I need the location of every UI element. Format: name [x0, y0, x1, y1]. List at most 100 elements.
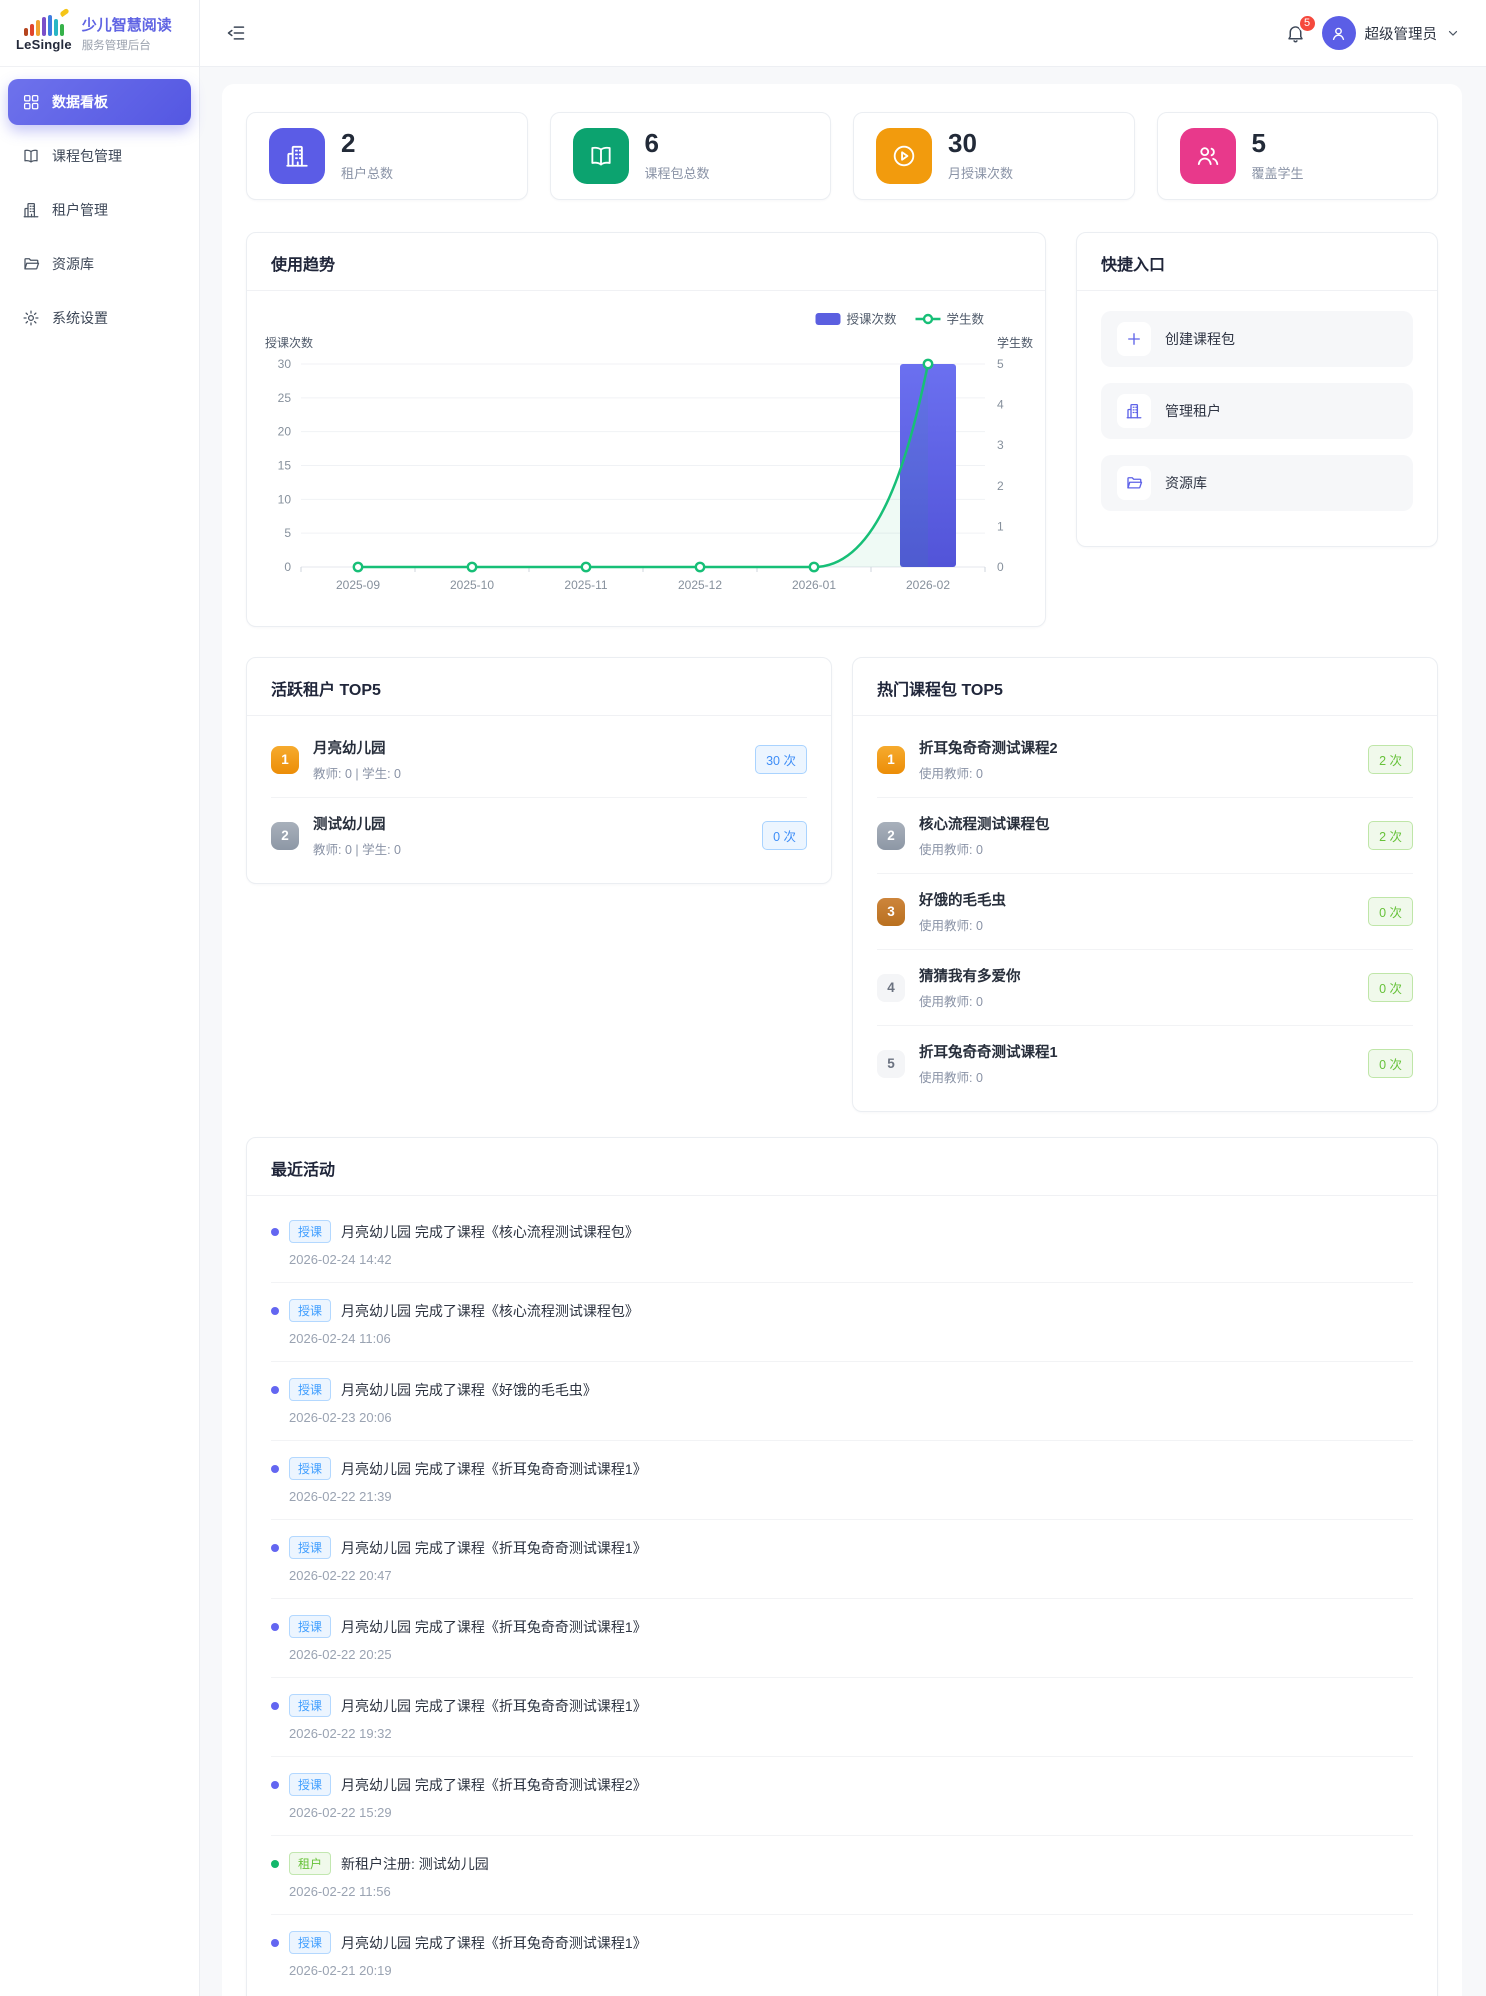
activity-dot: [271, 1781, 279, 1789]
card-title: 热门课程包 TOP5: [877, 682, 1003, 699]
activity-dot: [271, 1860, 279, 1868]
card-title: 快捷入口: [1101, 257, 1165, 274]
activity-item: 授课月亮幼儿园 完成了课程《折耳兔奇奇测试课程1》 2026-02-22 21:…: [271, 1440, 1413, 1519]
activity-dot: [271, 1623, 279, 1631]
course-detail: 使用教师: 0: [919, 1067, 1058, 1086]
quick-entry-manage-tenants[interactable]: 管理租户: [1101, 383, 1413, 439]
tenant-name: 测试幼儿园: [313, 813, 401, 834]
tenant-rank-row[interactable]: 2 测试幼儿园 教师: 0 | 学生: 0 0 次: [271, 797, 807, 873]
building-icon: [22, 201, 40, 219]
people-icon: [1180, 128, 1236, 184]
course-name: 核心流程测试课程包: [919, 813, 1050, 834]
chevron-down-icon: [1446, 26, 1460, 40]
activity-dot: [271, 1702, 279, 1710]
svg-text:5: 5: [284, 526, 291, 540]
topbar: 5 超级管理员: [200, 0, 1486, 67]
open-book-icon: [22, 147, 40, 165]
stat-card-course-packages: 6课程包总数: [550, 112, 832, 200]
activity-text: 月亮幼儿园 完成了课程《折耳兔奇奇测试课程1》: [341, 1933, 647, 1953]
card-title: 活跃租户 TOP5: [271, 682, 381, 699]
recent-activity-card: 最近活动 授课月亮幼儿园 完成了课程《核心流程测试课程包》 2026-02-24…: [246, 1137, 1438, 1996]
app-logo: LeSingle: [16, 14, 72, 52]
person-icon: [1329, 24, 1348, 43]
activity-text: 新租户注册: 测试幼儿园: [341, 1854, 489, 1874]
building-icon: [1117, 394, 1151, 428]
activity-timestamp: 2026-02-22 20:25: [289, 1647, 1413, 1662]
logo-text: LeSingle: [16, 37, 72, 52]
rank-badge: 2: [271, 822, 299, 850]
app-subtitle: 服务管理后台: [82, 37, 172, 53]
activity-item: 授课月亮幼儿园 完成了课程《好饿的毛毛虫》 2026-02-23 20:06: [271, 1361, 1413, 1440]
course-rank-row[interactable]: 2 核心流程测试课程包 使用教师: 0 2 次: [877, 797, 1413, 873]
activity-timestamp: 2026-02-24 11:06: [289, 1331, 1413, 1346]
quick-entry-resources[interactable]: 资源库: [1101, 455, 1413, 511]
hot-courses-card: 热门课程包 TOP5 1 折耳兔奇奇测试课程2 使用教师: 0 2 次 2 核心…: [852, 657, 1438, 1112]
course-rank-row[interactable]: 1 折耳兔奇奇测试课程2 使用教师: 0 2 次: [877, 722, 1413, 797]
svg-text:4: 4: [997, 398, 1004, 412]
activity-item: 授课月亮幼儿园 完成了课程《折耳兔奇奇测试课程1》 2026-02-22 20:…: [271, 1598, 1413, 1677]
sidebar-item-resources[interactable]: 资源库: [8, 241, 191, 287]
logo-bars-icon: [24, 14, 64, 36]
tenant-name: 月亮幼儿园: [313, 737, 401, 758]
activity-type-badge: 授课: [289, 1615, 331, 1638]
svg-text:授课次数: 授课次数: [847, 312, 898, 327]
folder-icon: [1117, 466, 1151, 500]
course-rank-row[interactable]: 5 折耳兔奇奇测试课程1 使用教师: 0 0 次: [877, 1025, 1413, 1101]
activity-item: 授课月亮幼儿园 完成了课程《核心流程测试课程包》 2026-02-24 14:4…: [271, 1204, 1413, 1282]
course-name: 猜猜我有多爱你: [919, 965, 1021, 986]
usage-trend-chart: 0510152025300123452025-092025-102025-112…: [247, 291, 1045, 631]
activity-text: 月亮幼儿园 完成了课程《折耳兔奇奇测试课程1》: [341, 1617, 647, 1637]
activity-type-badge: 授课: [289, 1536, 331, 1559]
activity-text: 月亮幼儿园 完成了课程《折耳兔奇奇测试课程1》: [341, 1696, 647, 1716]
open-book-icon: [573, 128, 629, 184]
svg-text:20: 20: [278, 425, 292, 439]
course-detail: 使用教师: 0: [919, 839, 1050, 858]
activity-type-badge: 授课: [289, 1299, 331, 1322]
activity-type-badge: 租户: [289, 1852, 331, 1875]
stat-label: 月授课次数: [948, 163, 1013, 182]
stat-card-monthly-lessons: 30月授课次数: [853, 112, 1135, 200]
dashboard-container: 2租户总数 6课程包总数 30月授课次数: [222, 84, 1462, 1996]
sidebar-item-label: 数据看板: [52, 92, 108, 112]
quick-entry-label: 管理租户: [1165, 401, 1221, 421]
user-menu[interactable]: 超级管理员: [1322, 16, 1461, 50]
svg-text:2025-11: 2025-11: [564, 578, 607, 592]
stat-card-students: 5 覆盖学生: [1157, 112, 1439, 200]
svg-text:3: 3: [997, 438, 1004, 452]
stat-label: 覆盖学生: [1252, 163, 1304, 182]
course-detail: 使用教师: 0: [919, 915, 1006, 934]
notification-count-badge: 5: [1298, 14, 1317, 33]
sidebar-item-label: 资源库: [52, 254, 94, 274]
rank-badge: 1: [877, 746, 905, 774]
activity-item: 授课月亮幼儿园 完成了课程《核心流程测试课程包》 2026-02-24 11:0…: [271, 1282, 1413, 1361]
svg-text:2026-01: 2026-01: [792, 578, 836, 592]
quick-entry-create-course[interactable]: 创建课程包: [1101, 311, 1413, 367]
activity-text: 月亮幼儿园 完成了课程《好饿的毛毛虫》: [341, 1380, 597, 1400]
activity-timestamp: 2026-02-22 21:39: [289, 1489, 1413, 1504]
svg-text:2025-10: 2025-10: [450, 578, 494, 592]
svg-text:30: 30: [278, 357, 292, 371]
rank-badge: 1: [271, 746, 299, 774]
sidebar-item-course-packages[interactable]: 课程包管理: [8, 133, 191, 179]
course-rank-row[interactable]: 4 猜猜我有多爱你 使用教师: 0 0 次: [877, 949, 1413, 1025]
notifications-button[interactable]: 5: [1285, 23, 1306, 44]
sidebar-item-label: 课程包管理: [52, 146, 122, 166]
svg-text:2025-12: 2025-12: [678, 578, 722, 592]
svg-text:2: 2: [997, 479, 1004, 493]
sidebar-collapse-button[interactable]: [226, 23, 246, 43]
plus-icon: [1117, 322, 1151, 356]
stat-value: 5: [1252, 130, 1304, 157]
activity-item: 授课月亮幼儿园 完成了课程《折耳兔奇奇测试课程1》 2026-02-21 20:…: [271, 1914, 1413, 1993]
tenant-rank-row[interactable]: 1 月亮幼儿园 教师: 0 | 学生: 0 30 次: [271, 722, 807, 797]
rank-badge: 5: [877, 1050, 905, 1078]
activity-item: 授课月亮幼儿园 完成了课程《折耳兔奇奇测试课程1》 2026-02-22 20:…: [271, 1519, 1413, 1598]
svg-text:学生数: 学生数: [947, 312, 985, 327]
course-rank-row[interactable]: 3 好饿的毛毛虫 使用教师: 0 0 次: [877, 873, 1413, 949]
folder-icon: [22, 255, 40, 273]
sidebar-item-tenants[interactable]: 租户管理: [8, 187, 191, 233]
sidebar-item-label: 系统设置: [52, 308, 108, 328]
activity-dot: [271, 1544, 279, 1552]
activity-item: 租户新租户注册: 测试幼儿园 2026-02-22 11:56: [271, 1835, 1413, 1914]
sidebar-item-dashboard[interactable]: 数据看板: [8, 79, 191, 125]
sidebar-item-settings[interactable]: 系统设置: [8, 295, 191, 341]
